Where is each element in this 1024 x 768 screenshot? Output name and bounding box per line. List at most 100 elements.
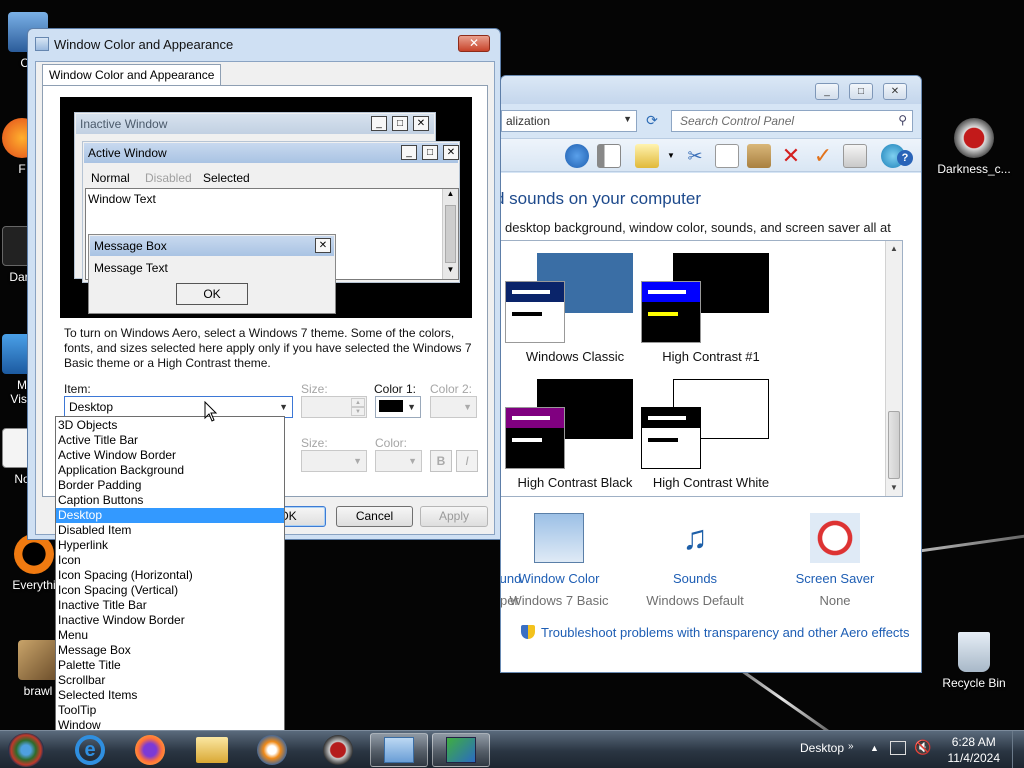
font-color-picker[interactable]: ▼ xyxy=(375,450,422,472)
close-button[interactable]: ✕ xyxy=(883,83,907,100)
size-stepper[interactable]: ▲ ▼ xyxy=(301,396,367,418)
cut-icon[interactable]: ✂ xyxy=(683,144,707,168)
troubleshoot-link[interactable]: Troubleshoot problems with transparency … xyxy=(521,625,910,640)
paste-icon[interactable] xyxy=(747,144,771,168)
theme-high-contrast-white[interactable]: High Contrast White xyxy=(641,371,781,491)
volume-muted-icon[interactable]: 🔇 xyxy=(914,739,931,756)
minimize-button[interactable]: _ xyxy=(815,83,839,100)
window-color-item[interactable]: Window Color Windows 7 Basic xyxy=(501,513,629,608)
themes-scrollbar[interactable]: ▲ ▼ xyxy=(885,241,902,496)
item-option[interactable]: Active Window Border xyxy=(56,448,284,463)
bold-button[interactable]: B xyxy=(430,450,452,472)
chevron-down-icon[interactable]: ▼ xyxy=(353,456,362,466)
pane-icon[interactable] xyxy=(597,144,621,168)
item-dropdown-list[interactable]: 3D Objects Active Title Bar Active Window … xyxy=(55,416,285,733)
sounds-link[interactable]: Sounds xyxy=(625,571,765,586)
chevron-down-icon[interactable]: ▼ xyxy=(623,114,632,124)
show-hidden-icons[interactable]: ▲ xyxy=(870,743,879,753)
scrollbar-thumb[interactable] xyxy=(888,411,900,479)
scroll-up-icon[interactable]: ▲ xyxy=(886,241,902,257)
chevron-down-icon[interactable]: ▼ xyxy=(667,144,679,168)
color2-picker[interactable]: ▼ xyxy=(430,396,477,418)
screen-saver-link[interactable]: Screen Saver xyxy=(765,571,905,586)
item-option[interactable]: Application Background xyxy=(56,463,284,478)
help-icon[interactable]: ? xyxy=(897,150,913,166)
item-option[interactable]: Border Padding xyxy=(56,478,284,493)
chevron-down-icon[interactable]: ▼ xyxy=(407,402,416,412)
taskbar-window-color[interactable] xyxy=(432,733,490,767)
copy-icon[interactable] xyxy=(715,144,739,168)
checkmark-icon[interactable]: ✓ xyxy=(811,144,835,168)
theme-high-contrast-black[interactable]: High Contrast Black xyxy=(505,371,645,491)
start-button[interactable] xyxy=(8,733,44,767)
chevron-down-icon[interactable]: ▼ xyxy=(408,456,417,466)
sounds-item[interactable]: ♫ Sounds Windows Default xyxy=(625,513,765,608)
item-option[interactable]: Desktop xyxy=(56,508,284,523)
item-option[interactable]: Hyperlink xyxy=(56,538,284,553)
stepper-down-icon[interactable]: ▼ xyxy=(351,407,365,416)
system-clock[interactable]: 6:28 AM 11/4/2024 xyxy=(948,734,1001,766)
screen-saver-item[interactable]: Screen Saver None xyxy=(765,513,905,608)
properties-icon[interactable] xyxy=(843,144,867,168)
cancel-button[interactable]: Cancel xyxy=(336,506,413,527)
item-option[interactable]: Caption Buttons xyxy=(56,493,284,508)
item-option[interactable]: 3D Objects xyxy=(56,418,284,433)
desktop-icon-label: Darkness_c... xyxy=(937,162,1011,176)
folder-icon[interactable] xyxy=(635,144,659,168)
item-option[interactable]: Inactive Title Bar xyxy=(56,598,284,613)
taskbar-darkness-app[interactable] xyxy=(310,733,366,767)
window-icon xyxy=(35,37,49,51)
troubleshoot-text[interactable]: Troubleshoot problems with transparency … xyxy=(541,625,910,640)
refresh-icon[interactable]: ⟳ xyxy=(641,110,663,132)
item-option[interactable]: Menu xyxy=(56,628,284,643)
theme-high-contrast-1[interactable]: High Contrast #1 xyxy=(641,245,781,365)
double-chevron-icon[interactable]: » xyxy=(848,741,854,752)
network-icon[interactable] xyxy=(890,741,906,755)
chevron-down-icon[interactable]: ▼ xyxy=(279,402,288,412)
item-option[interactable]: Palette Title xyxy=(56,658,284,673)
taskbar-firefox[interactable] xyxy=(122,733,178,767)
item-option[interactable]: Icon Spacing (Horizontal) xyxy=(56,568,284,583)
item-option[interactable]: Icon xyxy=(56,553,284,568)
item-option[interactable]: Active Title Bar xyxy=(56,433,284,448)
taskbar-internet-explorer[interactable]: e xyxy=(62,733,118,767)
taskbar-media-player[interactable] xyxy=(244,733,300,767)
show-desktop-button[interactable] xyxy=(1012,731,1024,768)
font-size-dropdown[interactable]: ▼ xyxy=(301,450,367,472)
stepper-up-icon[interactable]: ▲ xyxy=(351,398,365,407)
item-option[interactable]: Scrollbar xyxy=(56,673,284,688)
up-arrow-icon[interactable] xyxy=(565,144,589,168)
item-option[interactable]: Selected Items xyxy=(56,688,284,703)
scroll-down-icon[interactable]: ▼ xyxy=(886,480,902,496)
item-option[interactable]: Icon Spacing (Vertical) xyxy=(56,583,284,598)
address-bar[interactable]: alization ▼ xyxy=(501,110,637,132)
item-option[interactable]: Inactive Window Border xyxy=(56,613,284,628)
dialog-title: Window Color and Appearance xyxy=(54,37,234,52)
color1-picker[interactable]: ▼ xyxy=(375,396,421,418)
window-color-value: Windows 7 Basic xyxy=(509,593,609,608)
theme-windows-classic[interactable]: Windows Classic xyxy=(505,245,645,365)
tab-window-color[interactable]: Window Color and Appearance xyxy=(42,64,222,86)
window-color-icon xyxy=(534,513,584,563)
item-option[interactable]: Disabled Item xyxy=(56,523,284,538)
search-input[interactable]: Search Control Panel ⚲ xyxy=(671,110,913,132)
message-box-preview[interactable]: Message Box ✕ Message Text OK xyxy=(88,234,336,314)
apply-button[interactable]: Apply xyxy=(420,506,488,527)
chevron-down-icon[interactable]: ▼ xyxy=(463,402,472,412)
personalize-icon xyxy=(446,737,476,763)
taskbar-control-panel[interactable] xyxy=(370,733,428,767)
close-button[interactable]: ✕ xyxy=(458,35,490,52)
appearance-preview[interactable]: Inactive Window _ □ ✕ Active Window _ □ … xyxy=(60,97,472,318)
desktop-icon-darkness-c[interactable]: Darkness_c... xyxy=(934,118,1014,176)
item-dropdown[interactable]: Desktop ▼ xyxy=(64,396,293,418)
maximize-button[interactable]: □ xyxy=(849,83,873,100)
italic-button[interactable]: I xyxy=(456,450,478,472)
window-color-link[interactable]: Window Color xyxy=(501,571,629,586)
desktop-icon-recycle-bin[interactable]: Recycle Bin xyxy=(934,632,1014,690)
taskbar-explorer[interactable] xyxy=(184,733,240,767)
delete-icon[interactable]: ✕ xyxy=(779,144,803,168)
item-option[interactable]: ToolTip xyxy=(56,703,284,718)
search-icon[interactable]: ⚲ xyxy=(898,113,907,127)
desktop-toolbar-label[interactable]: Desktop xyxy=(800,741,844,755)
item-option[interactable]: Message Box xyxy=(56,643,284,658)
